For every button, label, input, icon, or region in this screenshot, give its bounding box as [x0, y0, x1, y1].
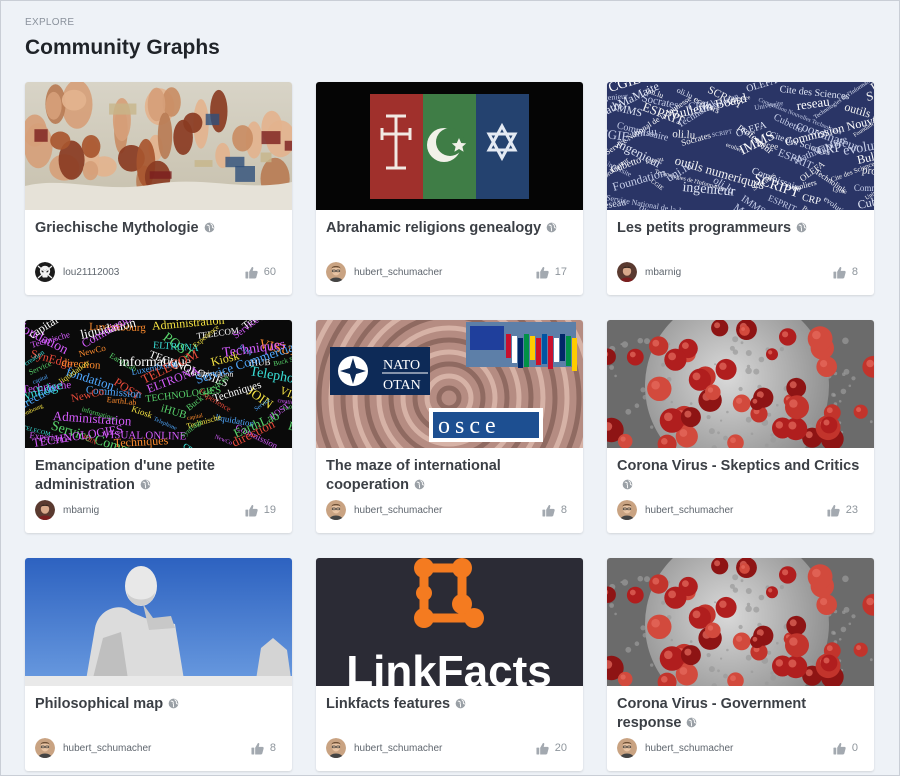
like-count: 19: [263, 504, 276, 516]
author-username[interactable]: hubert_schumacher: [645, 743, 833, 754]
like-button[interactable]: 19: [245, 504, 276, 517]
card-title[interactable]: The maze of international cooperation: [326, 457, 574, 495]
thumbnail-coronavirus[interactable]: [607, 320, 874, 448]
like-count: 0: [851, 742, 858, 754]
public-globe-icon: [622, 477, 633, 490]
thumbs-up-icon: [536, 742, 549, 755]
thumbs-up-icon: [827, 504, 840, 517]
author-username[interactable]: hubert_schumacher: [354, 267, 536, 278]
card-title[interactable]: Abrahamic religions genealogy: [326, 219, 574, 238]
card-meta: hubert_schumacher 20: [326, 738, 567, 758]
thumbs-up-icon: [833, 742, 846, 755]
thumbs-up-icon: [542, 504, 555, 517]
public-globe-icon: [455, 696, 466, 709]
skull-avatar[interactable]: [35, 262, 55, 282]
thumbnail-philosopher-statue[interactable]: [25, 558, 292, 686]
thumbnail-renaissance-fresco[interactable]: [25, 82, 292, 210]
author-username[interactable]: mbarnig: [645, 267, 833, 278]
thumbnail-linkfacts[interactable]: LinkFacts: [316, 558, 583, 686]
author-username[interactable]: hubert_schumacher: [354, 505, 542, 516]
linkfacts-logo-text: LinkFacts: [346, 647, 551, 686]
page-title: Community Graphs: [25, 36, 220, 59]
card-meta: hubert_schumacher 8: [35, 738, 276, 758]
like-button[interactable]: 23: [827, 504, 858, 517]
card-meta: hubert_schumacher 8: [326, 500, 567, 520]
like-count: 8: [269, 742, 276, 754]
thumbnail-maze[interactable]: NATO OTAN osce: [316, 320, 583, 448]
hubert-avatar[interactable]: [617, 500, 637, 520]
card-meta: hubert_schumacher 0: [617, 738, 858, 758]
public-globe-icon: [168, 696, 179, 709]
graph-card[interactable]: Corona Virus - Skeptics and Critics hube…: [607, 320, 874, 533]
like-button[interactable]: 60: [245, 266, 276, 279]
graph-card[interactable]: Corona Virus - Government response huber…: [607, 558, 874, 771]
svg-text:reseau: reseau: [607, 197, 627, 210]
graph-card[interactable]: CGIE uni.lu oli.lu SCRIPT OLEFA Cite des Scie…: [607, 82, 874, 295]
thumbnail-word-cloud-blue[interactable]: CGIE uni.lu oli.lu SCRIPT OLEFA Cite des Scie…: [607, 82, 874, 210]
like-button[interactable]: 8: [542, 504, 567, 517]
thumbs-up-icon: [833, 266, 846, 279]
card-title[interactable]: Emancipation d'une petite administration: [35, 457, 283, 495]
card-meta: lou21112003 60: [35, 262, 276, 282]
author-username[interactable]: hubert_schumacher: [354, 743, 536, 754]
like-button[interactable]: 20: [536, 742, 567, 755]
card-meta: mbarnig 8: [617, 262, 858, 282]
card-title[interactable]: Philosophical map: [35, 695, 283, 714]
card-title[interactable]: Corona Virus - Skeptics and Critics: [617, 457, 865, 495]
thumbs-up-icon: [536, 266, 549, 279]
card-meta: hubert_schumacher 17: [326, 262, 567, 282]
public-globe-icon: [414, 477, 425, 490]
public-globe-icon: [686, 715, 697, 728]
like-count: 8: [851, 266, 858, 278]
public-globe-icon: [204, 220, 215, 233]
like-button[interactable]: 17: [536, 266, 567, 279]
graph-card[interactable]: NATO OTAN osce The maze of international…: [316, 320, 583, 533]
otan-text: OTAN: [383, 378, 421, 393]
graph-card[interactable]: fondationLuxembourgAdministrationTelepho…: [25, 320, 292, 533]
mbarnig-avatar[interactable]: [617, 262, 637, 282]
card-title[interactable]: Corona Virus - Government response: [617, 695, 865, 733]
graph-grid: Griechische Mythologie lou21112003 60 Ab…: [25, 82, 874, 771]
hubert-avatar[interactable]: [326, 500, 346, 520]
graph-card[interactable]: Abrahamic religions genealogy hubert_sch…: [316, 82, 583, 295]
hubert-avatar[interactable]: [35, 738, 55, 758]
card-title[interactable]: Linkfacts features: [326, 695, 574, 714]
graph-card[interactable]: Griechische Mythologie lou21112003 60: [25, 82, 292, 295]
card-meta: mbarnig 19: [35, 500, 276, 520]
like-count: 60: [263, 266, 276, 278]
like-button[interactable]: 8: [251, 742, 276, 755]
thumbnail-word-cloud-colorful[interactable]: fondationLuxembourgAdministrationTelepho…: [25, 320, 292, 448]
thumbnail-religion-flags[interactable]: [316, 82, 583, 210]
graph-card[interactable]: Philosophical map hubert_schumacher 8: [25, 558, 292, 771]
author-username[interactable]: lou21112003: [63, 267, 245, 278]
like-button[interactable]: 8: [833, 266, 858, 279]
public-globe-icon: [796, 220, 807, 233]
thumbs-up-icon: [251, 742, 264, 755]
author-username[interactable]: hubert_schumacher: [63, 743, 251, 754]
thumbs-up-icon: [245, 266, 258, 279]
graph-card[interactable]: LinkFacts Linkfacts features hubert_schu…: [316, 558, 583, 771]
like-count: 17: [554, 266, 567, 278]
osce-text: osce: [438, 413, 501, 439]
card-title[interactable]: Les petits programmeurs: [617, 219, 865, 238]
nato-text: NATO: [383, 358, 420, 373]
mbarnig-avatar[interactable]: [35, 500, 55, 520]
like-count: 20: [554, 742, 567, 754]
like-count: 8: [560, 504, 567, 516]
card-title[interactable]: Griechische Mythologie: [35, 219, 283, 238]
public-globe-icon: [140, 477, 151, 490]
author-username[interactable]: mbarnig: [63, 505, 245, 516]
svg-text:Techniques: Techniques: [113, 433, 168, 448]
thumbnail-coronavirus[interactable]: [607, 558, 874, 686]
public-globe-icon: [546, 220, 557, 233]
hubert-avatar[interactable]: [617, 738, 637, 758]
hubert-avatar[interactable]: [326, 738, 346, 758]
like-count: 23: [845, 504, 858, 516]
author-username[interactable]: hubert_schumacher: [645, 505, 827, 516]
card-meta: hubert_schumacher 23: [617, 500, 858, 520]
like-button[interactable]: 0: [833, 742, 858, 755]
section-eyebrow: EXPLORE: [25, 17, 75, 28]
thumbs-up-icon: [245, 504, 258, 517]
hubert-avatar[interactable]: [326, 262, 346, 282]
